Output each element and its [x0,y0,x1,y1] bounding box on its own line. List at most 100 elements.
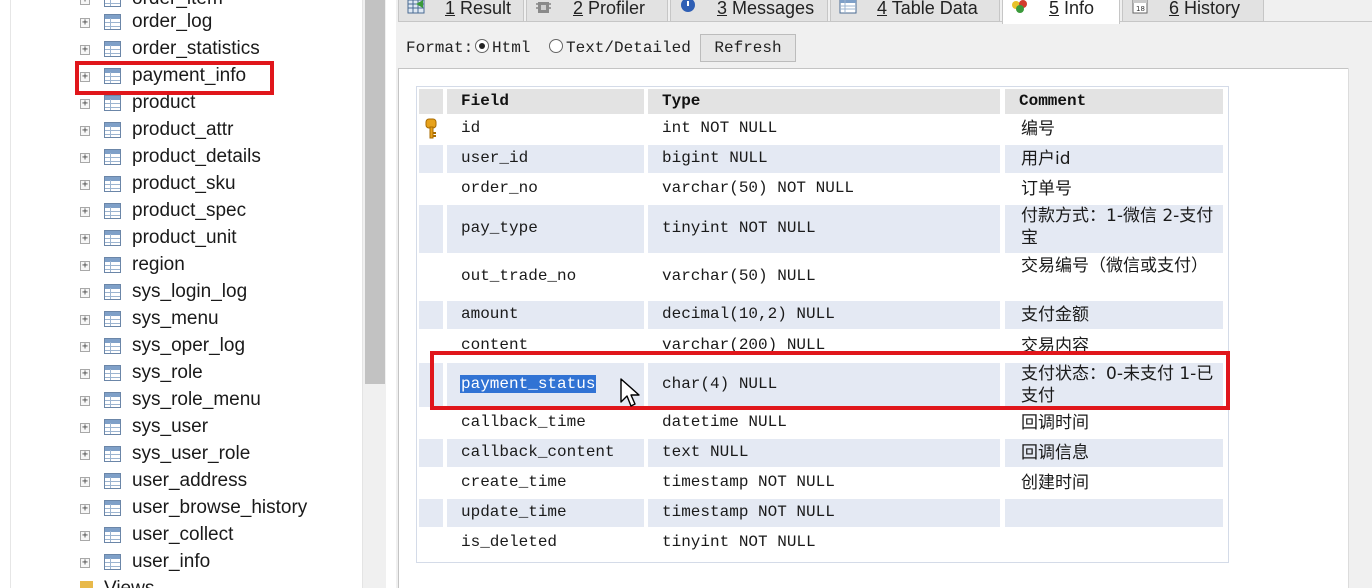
tab-result[interactable]: 1 Result [398,0,524,22]
pane-splitter[interactable] [386,0,396,588]
tab-shortcut-number: 6 [1169,0,1180,18]
expand-plus-icon[interactable]: + [80,45,90,55]
tab-messages[interactable]: 3 Messages [670,0,828,22]
cell-field-name[interactable]: callback_time [461,413,586,431]
cell-type[interactable]: decimal(10,2) NULL [662,305,835,323]
expand-plus-icon[interactable]: + [80,315,90,325]
cell-field-name[interactable]: update_time [461,503,567,521]
cell-comment[interactable]: 付款方式：1-微信 2-支付宝 [1021,205,1221,249]
cell-field-name[interactable]: out_trade_no [461,267,576,285]
table-row[interactable]: update_time timestamp NOT NULL [417,498,1228,528]
table-row[interactable]: pay_type tinyint NOT NULL 付款方式：1-微信 2-支付宝 [417,204,1228,254]
cell-field-name[interactable]: create_time [461,473,567,491]
cell-type[interactable]: timestamp NOT NULL [662,473,835,491]
cell-field-name[interactable]: callback_content [461,443,615,461]
tab-info[interactable]: 5 Info [1002,0,1120,24]
expand-plus-icon[interactable]: + [80,207,90,217]
expand-plus-icon[interactable]: + [80,423,90,433]
expand-plus-icon[interactable]: + [80,18,90,28]
cell-comment[interactable]: 交易编号（微信或支付） [1021,255,1221,277]
tree-item-table[interactable]: + user_address [0,468,360,495]
tree-item-table[interactable]: + sys_role_menu [0,387,360,414]
cell-type[interactable]: timestamp NOT NULL [662,503,835,521]
format-text-radio[interactable] [549,39,563,53]
cell-type[interactable]: varchar(50) NOT NULL [662,179,854,197]
expand-plus-icon[interactable]: + [80,180,90,190]
tree-item-table[interactable]: + region [0,252,360,279]
format-text-label[interactable]: Text/Detailed [566,39,691,57]
tree-item-table[interactable]: + sys_login_log [0,279,360,306]
table-row[interactable]: callback_time datetime NULL 回调时间 [417,408,1228,438]
cell-field-name[interactable]: id [461,119,480,137]
cell-type[interactable]: tinyint NOT NULL [662,219,816,237]
expand-plus-icon[interactable]: + [80,369,90,379]
tree-item-table[interactable]: + order_log [0,9,360,36]
expand-plus-icon[interactable]: + [80,153,90,163]
table-row[interactable]: amount decimal(10,2) NULL 支付金额 [417,300,1228,330]
column-header-field: Field [447,89,644,114]
tree-item-table[interactable]: + user_info [0,549,360,576]
cell-field-name[interactable]: is_deleted [461,533,557,551]
table-row[interactable]: user_id bigint NULL 用户id [417,144,1228,174]
tree-item-table[interactable]: + product_details [0,144,360,171]
cell-field-name[interactable]: pay_type [461,219,538,237]
cell-comment[interactable]: 用户id [1021,148,1221,170]
format-html-label[interactable]: Html [492,39,530,57]
expand-plus-icon[interactable]: + [80,234,90,244]
expand-plus-icon[interactable]: + [80,288,90,298]
cell-comment[interactable]: 回调时间 [1021,412,1221,434]
expand-plus-icon[interactable]: + [80,99,90,109]
tree-item-table[interactable]: + order_statistics [0,36,360,63]
tree-scrollbar-thumb[interactable] [365,0,385,384]
tree-item-table[interactable]: + sys_user [0,414,360,441]
tree-scrollbar[interactable] [362,0,386,588]
table-row[interactable]: callback_content text NULL 回调信息 [417,438,1228,468]
expand-plus-icon[interactable]: + [80,450,90,460]
cell-comment[interactable]: 支付金额 [1021,304,1221,326]
table-row[interactable]: is_deleted tinyint NOT NULL [417,528,1228,558]
cell-type[interactable]: int NOT NULL [662,119,777,137]
cell-type[interactable]: bigint NULL [662,149,768,167]
cell-field-name[interactable]: user_id [461,149,528,167]
tree-folder-views[interactable]: Views [0,576,360,588]
cell-field-name[interactable]: order_no [461,179,538,197]
refresh-button[interactable]: Refresh [700,34,796,62]
cell-type[interactable]: tinyint NOT NULL [662,533,816,551]
expand-plus-icon[interactable]: + [80,477,90,487]
tab-history[interactable]: 18 6 History [1122,0,1264,22]
expand-plus-icon[interactable]: + [80,504,90,514]
tree-item-table[interactable]: + sys_menu [0,306,360,333]
cell-type[interactable]: varchar(50) NULL [662,267,816,285]
cell-comment[interactable]: 编号 [1021,118,1221,140]
tree-item-table[interactable]: + product_spec [0,198,360,225]
expand-plus-icon[interactable]: + [80,0,90,5]
tree-item-table[interactable]: + sys_role [0,360,360,387]
cell-type[interactable]: datetime NULL [662,413,787,431]
expand-plus-icon[interactable]: + [80,396,90,406]
cell-comment[interactable]: 创建时间 [1021,472,1221,494]
tree-item-table[interactable]: + user_collect [0,522,360,549]
tree-item-table[interactable]: + sys_oper_log [0,333,360,360]
table-row[interactable]: id int NOT NULL 编号 [417,114,1228,144]
expand-plus-icon[interactable]: + [80,342,90,352]
format-html-radio[interactable] [475,39,489,53]
expand-plus-icon[interactable]: + [80,558,90,568]
cell-field-name[interactable]: amount [461,305,519,323]
cell-type[interactable]: text NULL [662,443,748,461]
tab-table-data[interactable]: 4 Table Data [830,0,1000,22]
expand-plus-icon[interactable]: + [80,126,90,136]
info-scrollbar[interactable] [1348,68,1372,588]
tree-item-table[interactable]: + product_attr [0,117,360,144]
tree-item-table[interactable]: + product_unit [0,225,360,252]
tree-item-table[interactable]: + product_sku [0,171,360,198]
expand-plus-icon[interactable]: + [80,531,90,541]
table-row[interactable]: order_no varchar(50) NOT NULL 订单号 [417,174,1228,204]
cell-comment[interactable]: 订单号 [1021,178,1221,200]
tree-item-table[interactable]: + sys_user_role [0,441,360,468]
cell-comment[interactable]: 回调信息 [1021,442,1221,464]
tab-profiler[interactable]: 2 Profiler [526,0,668,22]
table-row[interactable]: create_time timestamp NOT NULL 创建时间 [417,468,1228,498]
expand-plus-icon[interactable]: + [80,261,90,271]
tree-item-table[interactable]: + user_browse_history [0,495,360,522]
table-row[interactable]: out_trade_no varchar(50) NULL 交易编号（微信或支付） [417,254,1228,300]
